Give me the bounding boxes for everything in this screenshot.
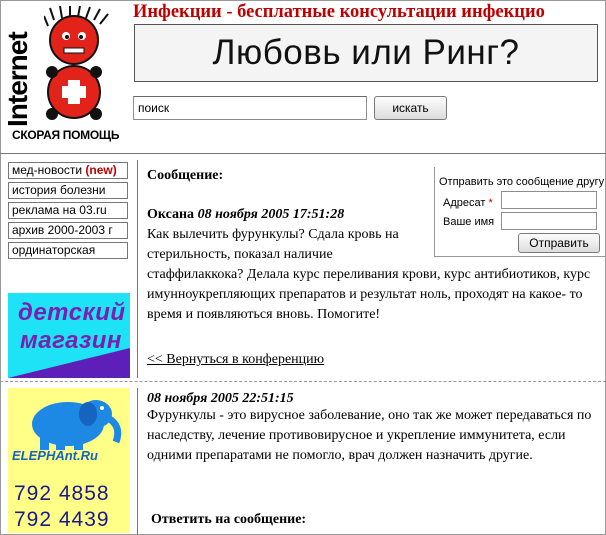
logo-caption: СКОРАЯ ПОМОЩЬ: [12, 128, 120, 142]
header-divider: [0, 153, 606, 154]
send-to-friend-form: Отправить это сообщение другу Адресат * …: [434, 167, 605, 257]
recipient-field[interactable]: [501, 191, 597, 209]
recipient-label-text: Адресат: [443, 197, 486, 209]
column-divider: [137, 160, 138, 378]
site-title: Инфекции - бесплатные консультации инфек…: [133, 2, 545, 22]
nav-item-advertising[interactable]: реклама на 03.ru: [8, 202, 128, 219]
kids-store-ad[interactable]: детский магазин: [8, 293, 130, 378]
reply-body: Фурункулы - это вирусное заболевание, он…: [147, 408, 592, 463]
logo-face-icon: [44, 6, 109, 120]
message-date: 08 ноября 2005 17:51:28: [197, 207, 345, 222]
required-mark: *: [488, 197, 493, 209]
nav-item-med-news[interactable]: мед-новости (new): [8, 162, 128, 179]
send-button[interactable]: Отправить: [518, 233, 600, 253]
your-name-field[interactable]: [501, 212, 597, 230]
author-name: Оксана: [147, 207, 195, 222]
back-to-conference-link[interactable]: << Вернуться в конференцию: [147, 350, 324, 370]
nav-item-history[interactable]: история болезни: [8, 182, 128, 199]
elephant-icon: [32, 400, 122, 450]
nav-item-archive[interactable]: архив 2000-2003 г: [8, 222, 128, 239]
site-logo[interactable]: Internet СКОРАЯ ПОМОЩЬ: [2, 4, 126, 144]
elephant-ad[interactable]: ELEPHAnt.Ru 792 4858 792 4439: [8, 388, 130, 533]
message-label: Сообщение:: [147, 168, 224, 183]
kids-ad-line2: магазин: [20, 327, 122, 354]
search-input[interactable]: [133, 96, 367, 120]
left-nav: мед-новости (new) история болезни реклам…: [8, 162, 128, 262]
new-badge: (new): [85, 163, 117, 177]
search-button[interactable]: искать: [374, 96, 447, 120]
phone-2: 792 4439: [14, 508, 110, 531]
phone-1: 792 4858: [14, 482, 110, 505]
recipient-label: Адресат *: [443, 197, 493, 209]
banner-text: Любовь или Ринг?: [212, 33, 520, 72]
send-form-title: Отправить это сообщение другу: [439, 176, 605, 188]
message-divider: [0, 381, 606, 382]
kids-ad-line1: детский: [18, 299, 126, 326]
reply-form-label: Ответить на сообщение:: [151, 512, 307, 527]
banner-ad[interactable]: Любовь или Ринг?: [134, 24, 598, 82]
column-divider-lower: [137, 388, 138, 535]
message-header: Оксана 08 ноября 2005 17:51:28: [147, 205, 344, 225]
elephant-brand: ELEPHAnt.Ru: [12, 448, 98, 463]
nav-label: мед-новости: [12, 163, 83, 177]
logo-word: Internet: [2, 32, 33, 127]
your-name-label: Ваше имя: [443, 216, 495, 228]
nav-item-ordinatorskaya[interactable]: ординаторская: [8, 242, 128, 259]
